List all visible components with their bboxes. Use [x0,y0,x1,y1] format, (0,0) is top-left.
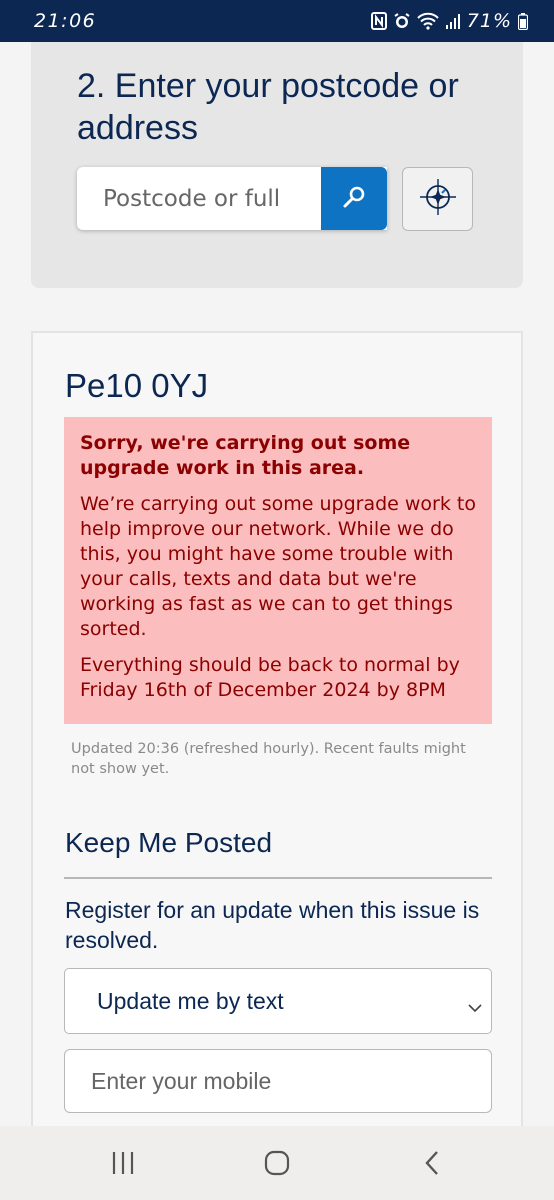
alarm-icon [393,12,411,30]
search-button[interactable] [321,167,387,230]
result-card: Pe10 0YJ Sorry, we're carrying out some … [31,331,523,1126]
status-bar: 21:06 71% [0,0,554,42]
battery-icon [518,12,528,30]
battery-percent: 71% [466,10,512,32]
postcode-search-input[interactable] [77,167,321,230]
status-icons: 71% [370,10,528,32]
divider [64,877,492,879]
back-icon[interactable] [422,1150,442,1180]
register-text: Register for an update when this issue i… [65,897,480,953]
status-time: 21:06 [34,10,97,32]
update-method-value: Update me by text [97,987,284,1014]
recent-apps-icon[interactable] [110,1150,136,1180]
updated-note: Updated 20:36 (refreshed hourly). Recent… [71,741,466,777]
search-card: 2. Enter your postcode or address [31,42,523,288]
alert-eta: Everything should be back to normal by F… [80,654,460,701]
mobile-number-input[interactable] [64,1049,492,1113]
keep-posted-title: Keep Me Posted [65,827,273,858]
wifi-icon [417,12,439,30]
nfc-icon [370,12,387,30]
postcode-title: Pe10 0YJ [65,367,209,404]
compass-locate-icon [418,177,458,221]
chevron-down-icon [467,993,483,1020]
signal-icon [445,13,461,29]
update-method-select[interactable]: Update me by text [64,968,492,1034]
search-heading: 2. Enter your postcode or address [77,67,459,147]
home-icon[interactable] [264,1150,290,1180]
alert-box: Sorry, we're carrying out some upgrade w… [64,417,492,724]
locate-me-button[interactable] [402,167,473,231]
search-input-group [77,167,387,230]
page-content: 2. Enter your postcode or address Postco… [0,42,554,1126]
alert-body: We’re carrying out some upgrade work to … [80,493,476,640]
system-nav-bar [0,1126,554,1200]
alert-title: Sorry, we're carrying out some upgrade w… [80,432,411,479]
search-icon [341,184,367,214]
